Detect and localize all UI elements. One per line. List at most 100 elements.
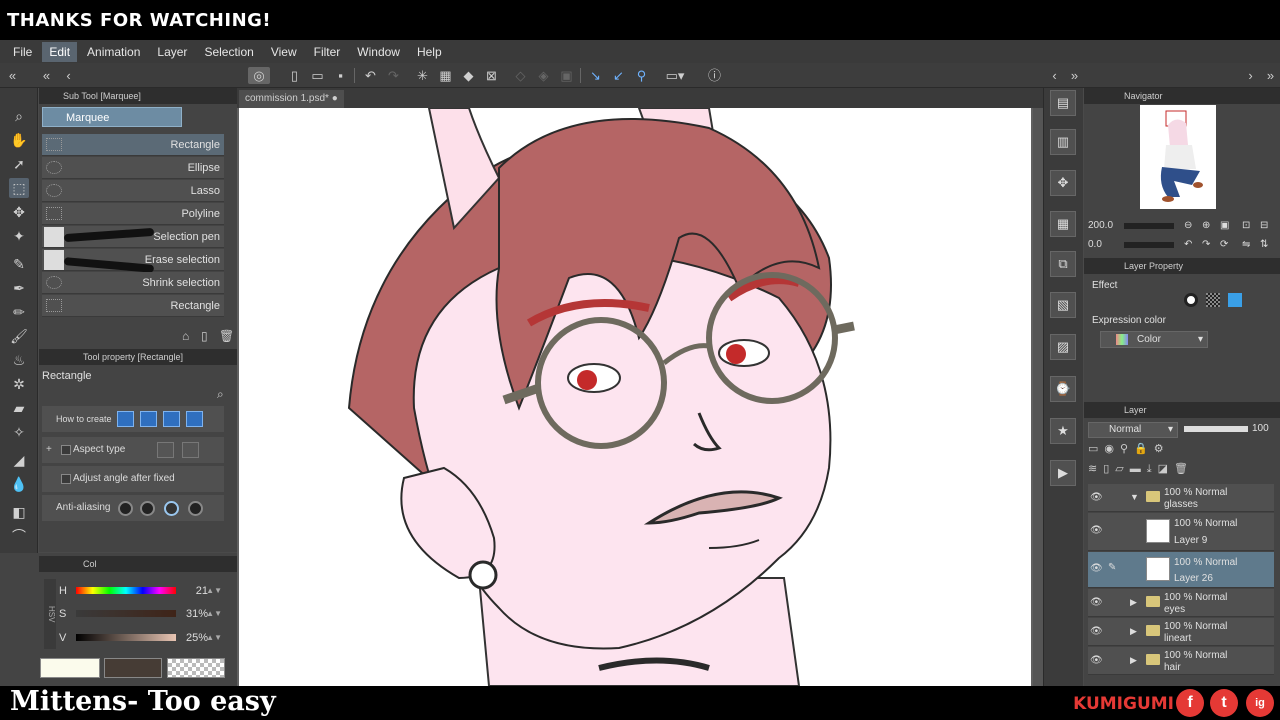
subtool-polyline[interactable]: Polyline xyxy=(42,203,224,225)
prev-icon[interactable]: ‹ xyxy=(60,67,77,84)
zoom-slider[interactable] xyxy=(1124,223,1174,229)
next-icon[interactable]: › xyxy=(1242,67,1259,84)
menu-edit[interactable]: Edit xyxy=(42,41,78,62)
saturation-stepper[interactable]: ▲▼ xyxy=(206,604,222,624)
expand-right-icon[interactable]: » xyxy=(1262,67,1279,84)
clip-icon[interactable]: ⚲ xyxy=(1120,443,1134,455)
menu-help[interactable]: Help xyxy=(410,42,449,62)
expression-color-select[interactable]: Color ▾ xyxy=(1100,331,1208,348)
pen-icon[interactable]: ✒ xyxy=(9,278,29,298)
tone-effect-icon[interactable] xyxy=(1206,293,1220,307)
zoom-out-icon[interactable]: ⊖ xyxy=(1184,220,1192,231)
clear-icon[interactable]: ✳ xyxy=(414,67,431,84)
color-set-icon[interactable]: ▦ xyxy=(1050,211,1076,237)
lock-icon[interactable]: 🔒 xyxy=(1134,443,1154,455)
layer-row-glasses[interactable]: 👁 ▼ 100 % Normal glasses xyxy=(1088,484,1274,512)
delete-subtool-icon[interactable]: 🗑 xyxy=(219,329,234,343)
opacity-slider[interactable] xyxy=(1184,426,1248,432)
value-slider[interactable] xyxy=(76,634,176,641)
rotation-value[interactable]: 0.0 xyxy=(1088,239,1102,250)
transform-panel-icon[interactable]: ✥ xyxy=(1050,170,1076,196)
menu-view[interactable]: View xyxy=(264,42,304,62)
operation-tool-icon[interactable]: ➚ xyxy=(9,154,29,174)
main-color-chip[interactable] xyxy=(40,658,100,678)
flip-h-icon[interactable]: ⇋ xyxy=(1242,239,1250,250)
new-raster-icon[interactable]: ▯ xyxy=(1103,463,1115,475)
transparent-color-chip[interactable] xyxy=(167,658,225,678)
merge-icon[interactable]: ⤓ xyxy=(1147,463,1158,475)
vertical-scrollbar[interactable] xyxy=(1033,108,1043,686)
aa-weak-option[interactable] xyxy=(140,501,155,516)
twitter-icon[interactable]: t xyxy=(1210,689,1238,717)
menu-filter[interactable]: Filter xyxy=(307,42,348,62)
pencil-icon[interactable]: ✏ xyxy=(9,302,29,322)
decoration-icon[interactable]: ✲ xyxy=(9,374,29,394)
new-file-icon[interactable]: ▯ xyxy=(286,67,303,84)
fill-icon[interactable]: ▦ xyxy=(437,67,454,84)
hue-stepper[interactable]: ▲▼ xyxy=(206,581,222,601)
adjust-angle-checkbox[interactable] xyxy=(61,474,71,484)
subtool-rectangle-2[interactable]: Rectangle xyxy=(42,295,224,317)
invert-icon[interactable]: ◈ xyxy=(535,67,552,84)
clip-studio-icon[interactable]: ◎ xyxy=(248,67,270,84)
material-icon[interactable]: ▧ xyxy=(1050,292,1076,318)
layer-row-eyes[interactable]: 👁 ▶ 100 % Normal eyes xyxy=(1088,589,1274,617)
marquee-group-tab[interactable]: Marquee xyxy=(42,107,182,127)
reset-rotation-icon[interactable]: ⟳ xyxy=(1220,239,1228,250)
delete-layer-icon[interactable]: 🗑 xyxy=(1174,463,1194,475)
facebook-icon[interactable]: f xyxy=(1176,689,1204,717)
sub-color-chip[interactable] xyxy=(104,658,162,678)
subtool-erase-selection[interactable]: Erase selection xyxy=(42,249,224,273)
canvas-area[interactable] xyxy=(237,108,1043,686)
subtool-selection-pen[interactable]: Selection pen xyxy=(42,226,224,248)
brush-icon[interactable]: 🖌 xyxy=(9,326,29,346)
deselect-icon[interactable]: ◇ xyxy=(512,67,529,84)
visibility-eye-icon[interactable]: 👁 xyxy=(1090,655,1103,666)
hand-tool-icon[interactable]: ✋ xyxy=(9,130,29,150)
layer-search-icon[interactable]: ⧉ xyxy=(1050,251,1076,277)
layers-icon[interactable]: ≋ xyxy=(1088,463,1103,475)
document-tab[interactable]: commission 1.psd* ● xyxy=(239,90,344,108)
layer-row-layer-26[interactable]: 👁 ✎ 100 % Normal Layer 26 xyxy=(1088,552,1274,588)
figure-icon[interactable]: ⌒ xyxy=(9,526,29,546)
aa-strong-option[interactable] xyxy=(188,501,203,516)
airbrush-icon[interactable]: ♨ xyxy=(9,350,29,370)
blur-icon[interactable]: 💧 xyxy=(9,474,29,494)
subtool-shrink-selection[interactable]: Shrink selection xyxy=(42,272,224,294)
zoom-tool-icon[interactable]: ⌕ xyxy=(9,106,29,126)
collapse-left-icon[interactable]: « xyxy=(38,67,55,84)
open-folder-icon[interactable]: ▭ xyxy=(309,67,326,84)
new-vector-icon[interactable]: ▱ xyxy=(1115,463,1129,475)
hue-slider[interactable] xyxy=(76,587,176,594)
auto-action-icon[interactable]: ▶ xyxy=(1050,460,1076,486)
new-subtool-icon[interactable]: ▯ xyxy=(201,329,208,343)
collapse-triangle-icon[interactable]: ▼ xyxy=(1130,492,1139,502)
blend-icon[interactable]: ✧ xyxy=(9,422,29,442)
layer-row-lineart[interactable]: 👁 ▶ 100 % Normal lineart xyxy=(1088,618,1274,646)
new-folder-icon[interactable]: ▬ xyxy=(1130,463,1147,475)
rotate-right-icon[interactable]: ↷ xyxy=(1202,239,1210,250)
drawing-canvas[interactable] xyxy=(239,108,1031,686)
search-icon[interactable]: ⌕ xyxy=(217,387,224,402)
item-bank-icon[interactable]: ▥ xyxy=(1050,129,1076,155)
settings-dropdown-icon[interactable]: ▭▾ xyxy=(662,67,688,84)
subtool-lasso[interactable]: Lasso xyxy=(42,180,224,202)
zoom-value[interactable]: 200.0 xyxy=(1088,220,1113,231)
fit-width-icon[interactable]: ⊟ xyxy=(1260,220,1268,231)
eraser-icon[interactable]: ◆ xyxy=(460,67,477,84)
expand-triangle-icon[interactable]: ▶ xyxy=(1130,655,1137,666)
aspect-option2-icon[interactable] xyxy=(182,442,199,458)
rotate-left-icon[interactable]: ↶ xyxy=(1184,239,1192,250)
aa-none-option[interactable] xyxy=(118,501,133,516)
create-mode-subtract-button[interactable] xyxy=(163,411,180,427)
mask-icon[interactable]: ◉ xyxy=(1104,443,1120,455)
zoom-in-icon[interactable]: ⊕ xyxy=(1202,220,1210,231)
marquee-tool-icon[interactable]: ⬚ xyxy=(9,178,29,198)
collapse-left-icon[interactable]: « xyxy=(4,67,21,84)
fit-icon[interactable]: ⊡ xyxy=(1242,220,1250,231)
blend-mode-select[interactable]: Normal ▾ xyxy=(1088,422,1178,438)
snap-ruler-icon[interactable]: ↘ xyxy=(587,67,604,84)
save-icon[interactable]: ▪ xyxy=(332,67,349,84)
auto-select-icon[interactable]: ✦ xyxy=(9,226,29,246)
aspect-type-checkbox[interactable] xyxy=(61,445,71,455)
